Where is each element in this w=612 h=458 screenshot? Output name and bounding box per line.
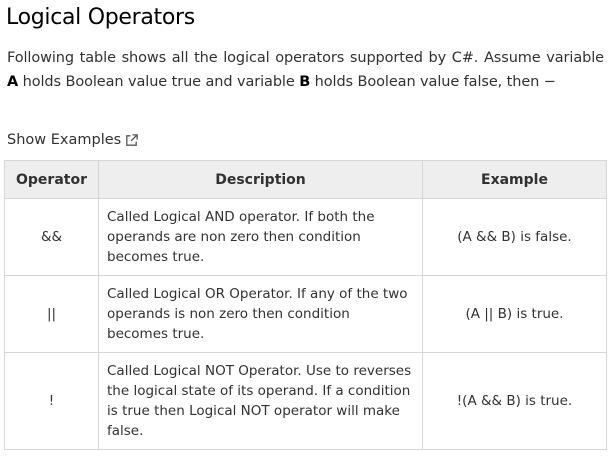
header-operator: Operator [4,160,99,199]
page-title: Logical Operators [6,5,195,30]
table-header-row: Operator Description Example [4,160,607,199]
table-row: ! Called Logical NOT Operator. Use to re… [4,352,607,450]
intro-text-part1: Following table shows all the logical op… [7,50,604,66]
intro-text-part2: holds Boolean value true and variable [18,73,300,90]
intro-text-part3: holds Boolean value false, then − [310,73,556,90]
example-cell: (A || B) is true. [422,275,607,353]
operator-cell: ! [4,352,99,450]
intro-paragraph: Following table shows all the logical op… [7,47,604,94]
description-cell: Called Logical AND operator. If both the… [98,198,423,276]
operator-cell: || [4,275,99,353]
header-example: Example [422,160,607,199]
description-cell: Called Logical NOT Operator. Use to reve… [98,352,423,450]
example-cell: !(A && B) is true. [422,352,607,450]
example-cell: (A && B) is false. [422,198,607,276]
logical-operators-table: Operator Description Example && Called L… [4,160,607,450]
external-link-icon [124,133,139,148]
variable-a: A [7,73,19,90]
table-row: && Called Logical AND operator. If both … [4,198,607,276]
operator-cell: && [4,198,99,276]
show-examples-link[interactable]: Show Examples [7,129,139,151]
variable-b: B [299,73,311,90]
header-description: Description [98,160,423,199]
table-row: || Called Logical OR Operator. If any of… [4,275,607,353]
show-examples-label: Show Examples [7,132,122,148]
description-cell: Called Logical OR Operator. If any of th… [98,275,423,353]
